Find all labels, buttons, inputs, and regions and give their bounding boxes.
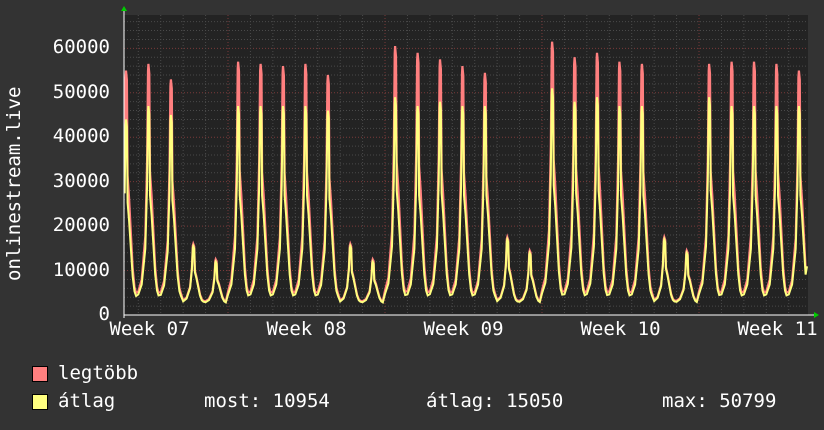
legend-swatch-max [32, 366, 48, 382]
x-tick-label: Week 07 [109, 318, 190, 340]
y-tick-label: 30000 [52, 169, 110, 192]
y-tick-label: 20000 [52, 214, 110, 237]
x-tick-label: Week 11 [737, 318, 818, 340]
y-tick-label: 60000 [52, 36, 110, 59]
stat-maximum: max: 50799 [662, 390, 777, 412]
y-tick-label: 40000 [52, 125, 110, 148]
rrd-graph: onlinestream.live 0 10000 20000 30000 40000 5… [0, 0, 824, 430]
y-axis-label: onlinestream.live [3, 86, 25, 281]
plot-background [124, 15, 808, 315]
legend-label-avg: átlag [58, 390, 116, 412]
legend-label-max: legtöbb [58, 362, 139, 384]
y-tick-label: 10000 [52, 258, 110, 281]
stat-average: átlag: 15050 [426, 390, 564, 412]
x-tick-label: Week 09 [423, 318, 504, 340]
stat-current: most: 10954 [204, 390, 330, 412]
y-tick-label: 50000 [52, 80, 110, 103]
x-tick-label: Week 08 [266, 318, 347, 340]
y-axis-arrow-icon [121, 6, 127, 11]
x-tick-label: Week 10 [580, 318, 661, 340]
legend-swatch-avg [32, 394, 48, 410]
